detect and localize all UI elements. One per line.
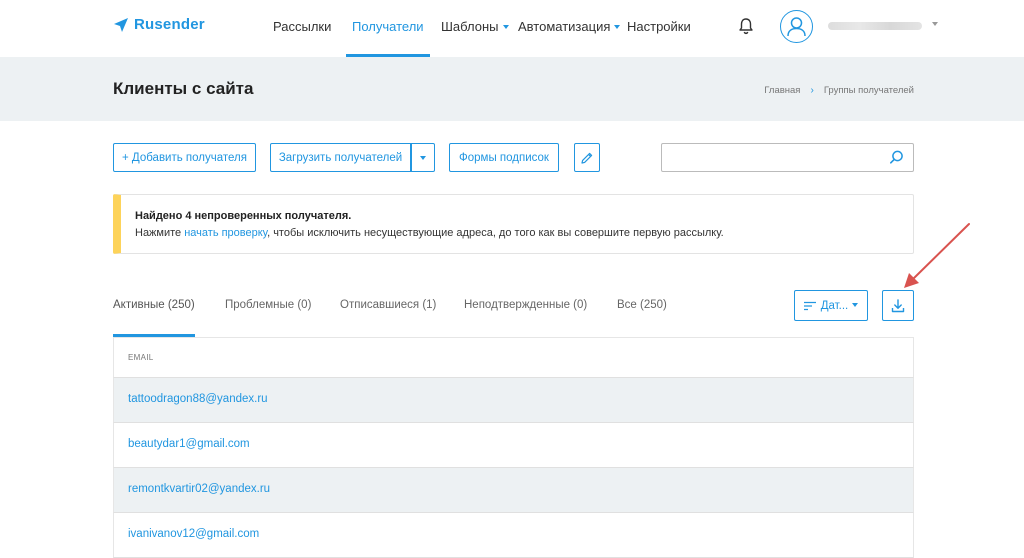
breadcrumb-home[interactable]: Главная: [764, 85, 800, 96]
sort-label: Дат...: [820, 299, 849, 312]
chevron-down-icon[interactable]: [932, 22, 938, 26]
search-input[interactable]: [662, 144, 882, 171]
chevron-down-icon: [502, 24, 509, 29]
avatar[interactable]: [780, 10, 813, 43]
pencil-icon: [581, 152, 593, 164]
tab-unsubscribed[interactable]: Отписавшиеся (1): [340, 299, 436, 311]
table-row[interactable]: ivanivanov12@gmail.com: [113, 513, 914, 558]
recipients-table: EMAIL tattoodragon88@yandex.ru beautydar…: [113, 338, 914, 558]
paper-plane-icon: [114, 17, 128, 32]
nav-item-recipients[interactable]: Получатели: [346, 0, 430, 57]
search-field[interactable]: [661, 143, 914, 172]
notice-text: Нажмите начать проверку, чтобы исключить…: [135, 227, 724, 239]
chevron-down-icon: [419, 155, 426, 160]
tab-problem[interactable]: Проблемные (0): [225, 299, 311, 311]
nav-item-templates[interactable]: Шаблоны: [441, 0, 509, 57]
user-name-blurred[interactable]: [828, 22, 922, 30]
download-icon: [891, 298, 905, 312]
nav-item-automation[interactable]: Автоматизация: [518, 0, 621, 57]
page-header: Клиенты с сайта Главная › Группы получат…: [0, 57, 1024, 121]
upload-options-toggle[interactable]: [411, 143, 435, 172]
nav-item-mailings[interactable]: Рассылки: [273, 0, 331, 57]
edit-group-button[interactable]: [574, 143, 600, 172]
page-title: Клиенты с сайта: [113, 79, 254, 98]
brand-logo[interactable]: Rusender: [113, 16, 205, 33]
chevron-down-icon: [852, 302, 859, 307]
notice-title: Найдено 4 непроверенных получателя.: [135, 210, 352, 222]
nav-item-settings[interactable]: Настройки: [627, 0, 691, 57]
search-icon[interactable]: [889, 150, 904, 165]
table-row[interactable]: remontkvartir02@yandex.ru: [113, 468, 914, 513]
nav-item-automation-label: Автоматизация: [518, 19, 611, 34]
notice-text-before: Нажмите: [135, 227, 185, 239]
table-header-email[interactable]: EMAIL: [113, 338, 914, 378]
start-verification-link[interactable]: начать проверку: [184, 227, 267, 239]
subscription-forms-button[interactable]: Формы подписок: [449, 143, 559, 172]
table-row[interactable]: tattoodragon88@yandex.ru: [113, 378, 914, 423]
nav-item-templates-label: Шаблоны: [441, 19, 499, 34]
bell-icon[interactable]: [737, 17, 755, 35]
upload-recipients-button[interactable]: Загрузить получателей: [270, 143, 411, 172]
notice-text-after: , чтобы исключить несуществующие адреса,…: [267, 227, 724, 239]
breadcrumb: Главная › Группы получателей: [764, 85, 914, 96]
breadcrumb-groups[interactable]: Группы получателей: [824, 85, 914, 96]
table-row[interactable]: beautydar1@gmail.com: [113, 423, 914, 468]
tab-all[interactable]: Все (250): [617, 299, 667, 311]
sort-icon: [803, 301, 816, 310]
tab-unconfirmed[interactable]: Неподтвержденные (0): [464, 299, 587, 311]
sort-dropdown[interactable]: Дат...: [794, 290, 868, 321]
unverified-notice: Найдено 4 непроверенных получателя. Нажм…: [113, 194, 914, 254]
add-recipient-button[interactable]: + Добавить получателя: [113, 143, 256, 172]
top-navbar: Rusender Рассылки Получатели Шаблоны Авт…: [0, 0, 1024, 57]
user-icon: [787, 17, 806, 37]
annotation-arrow-icon: [904, 223, 970, 288]
brand-name: Rusender: [134, 16, 205, 33]
chevron-right-icon: ›: [810, 85, 814, 96]
chevron-down-icon: [614, 24, 621, 29]
tab-active[interactable]: Активные (250): [113, 299, 195, 311]
